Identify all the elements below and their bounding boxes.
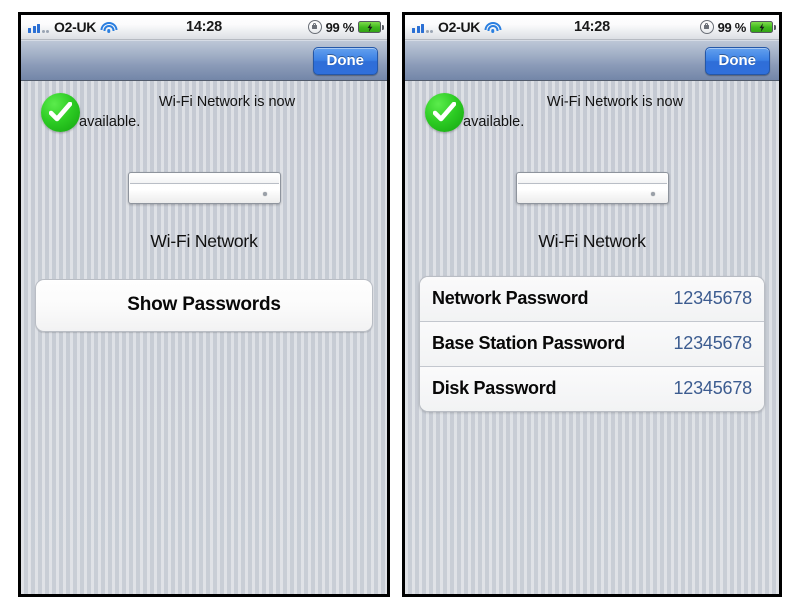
status-message-line1: Wi-Fi Network is now: [546, 94, 684, 110]
status-bar-left-group: O2-UK: [412, 19, 502, 35]
phone-frame-left: O2-UK 14:28 99 % Done Wi-Fi Network is n…: [18, 12, 390, 597]
battery-percent-label: 99 %: [717, 19, 747, 35]
phone-frame-right: O2-UK 14:28 99 % Done Wi-Fi Network is n…: [402, 12, 782, 597]
status-message-row-left: Wi-Fi Network is now available.: [35, 81, 373, 148]
status-message-left: Wi-Fi Network is now available.: [35, 92, 373, 132]
show-passwords-button[interactable]: Show Passwords: [35, 279, 373, 332]
done-button[interactable]: Done: [704, 46, 770, 75]
table-row[interactable]: Base Station Password 12345678: [420, 322, 764, 367]
green-check-icon: [425, 93, 464, 132]
passwords-table: Network Password 12345678 Base Station P…: [419, 276, 765, 412]
table-row[interactable]: Disk Password 12345678: [420, 367, 764, 411]
status-message-line2: available.: [463, 114, 525, 130]
airport-base-station-icon: [127, 172, 281, 204]
carrier-label: O2-UK: [54, 19, 97, 35]
status-bar-right-group: 99 %: [307, 19, 384, 35]
status-bar-left: O2-UK 14:28 99 %: [21, 15, 387, 40]
password-label: Base Station Password: [432, 333, 625, 353]
password-value: 12345678: [673, 333, 753, 353]
password-value: 12345678: [673, 288, 753, 308]
airport-base-station-icon: [515, 172, 669, 204]
status-bar-right: O2-UK 14:28 99 %: [405, 15, 779, 40]
device-lid: [129, 174, 279, 184]
signal-bars-icon: [28, 22, 49, 33]
status-message-line1: Wi-Fi Network is now: [158, 94, 296, 110]
table-row[interactable]: Network Password 12345678: [420, 277, 764, 322]
password-value: 12345678: [673, 378, 753, 398]
content-area-left: Wi-Fi Network is now available. Wi-Fi Ne…: [21, 81, 387, 594]
network-name-label-left: Wi-Fi Network: [150, 231, 258, 251]
phone-screen-right: O2-UK 14:28 99 % Done Wi-Fi Network is n…: [405, 15, 779, 594]
status-bar-left-group: O2-UK: [28, 19, 118, 35]
password-label: Network Password: [432, 288, 589, 308]
green-check-icon: [41, 93, 80, 132]
navigation-toolbar-right: Done: [405, 40, 779, 81]
rotation-lock-icon: [307, 20, 322, 34]
device-status-led: [262, 192, 267, 196]
status-message-row-right: Wi-Fi Network is now available.: [419, 81, 765, 148]
navigation-toolbar-left: Done: [21, 40, 387, 81]
device-lid: [517, 174, 667, 184]
password-label: Disk Password: [432, 378, 557, 398]
phone-screen-left: O2-UK 14:28 99 % Done Wi-Fi Network is n…: [21, 15, 387, 594]
status-message-line2: available.: [79, 114, 141, 130]
carrier-label: O2-UK: [438, 19, 481, 35]
screenshot-stage: O2-UK 14:28 99 % Done Wi-Fi Network is n…: [0, 0, 800, 603]
rotation-lock-icon: [699, 20, 714, 34]
wifi-icon: [100, 21, 118, 33]
device-image-wrap-left: [35, 172, 373, 204]
battery-charging-icon: [358, 21, 384, 33]
device-image-wrap-right: [419, 172, 765, 204]
battery-charging-icon: [750, 21, 776, 33]
device-status-led: [650, 192, 655, 196]
battery-percent-label: 99 %: [325, 19, 355, 35]
network-name-label-right: Wi-Fi Network: [538, 231, 646, 251]
signal-bars-icon: [412, 22, 433, 33]
status-message-right: Wi-Fi Network is now available.: [419, 92, 765, 132]
status-bar-right-group: 99 %: [699, 19, 776, 35]
done-button[interactable]: Done: [312, 46, 378, 75]
content-area-right: Wi-Fi Network is now available. Wi-Fi Ne…: [405, 81, 779, 594]
wifi-icon: [484, 21, 502, 33]
